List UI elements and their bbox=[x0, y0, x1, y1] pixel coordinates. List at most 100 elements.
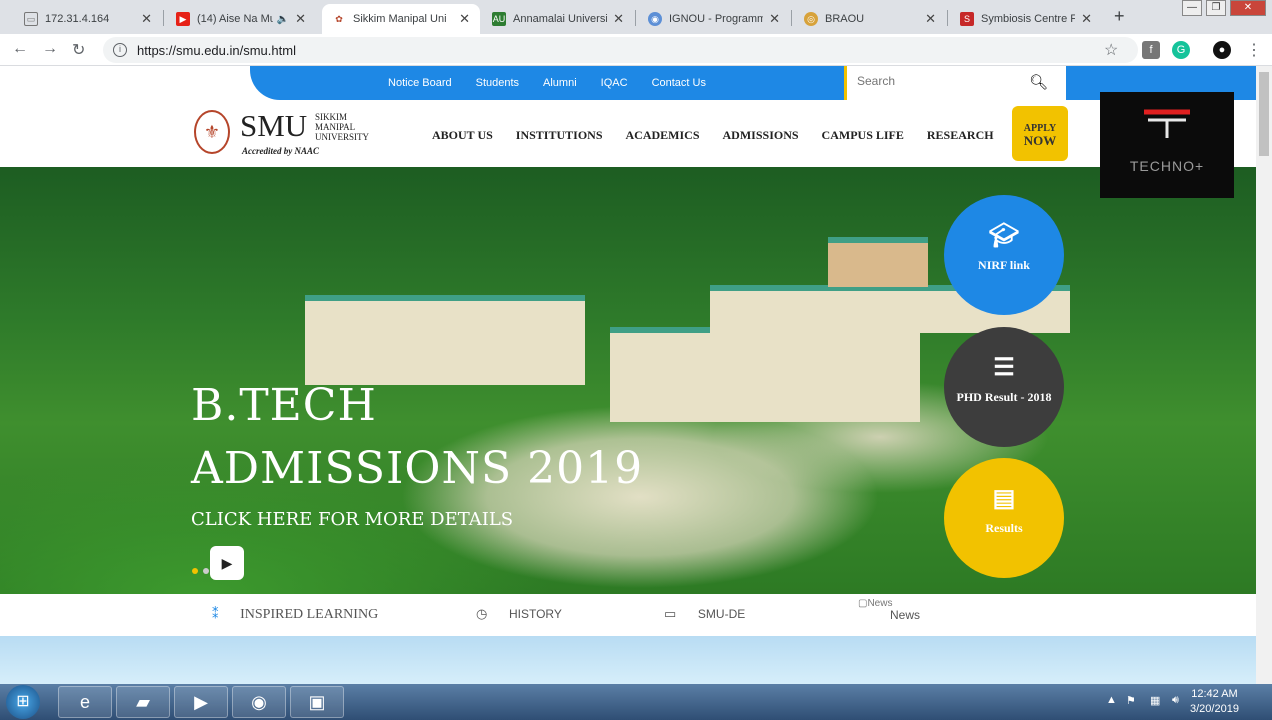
campus-building bbox=[610, 327, 920, 422]
windows-taskbar: ⊞ e ▰ ▶ ◉ ▣ ▲ ⚑ ▦ 🔊︎ 12:42 AM 3/20/2019 bbox=[0, 684, 1272, 720]
info-icon[interactable]: i bbox=[113, 43, 127, 57]
university-emblem-icon: ⚜ bbox=[194, 110, 230, 154]
laptop-icon: ▭ bbox=[664, 606, 677, 621]
tab-youtube[interactable]: ▶ (14) Aise Na Mu 🔈 ✕ bbox=[166, 4, 316, 34]
braou-icon: ◎ bbox=[804, 12, 818, 26]
tab-ip[interactable]: ▭ 172.31.4.164 ✕ bbox=[14, 4, 162, 34]
apply-now-button[interactable]: APPLY NOW bbox=[1012, 106, 1068, 161]
speaker-icon[interactable]: 🔈 bbox=[277, 14, 289, 25]
profile-avatar[interactable]: ● bbox=[1213, 41, 1231, 59]
sub-nav: ⁑ INSPIRED LEARNING ◷ HISTORY ▭ SMU-DE ▢… bbox=[0, 594, 1256, 636]
nav-about-us[interactable]: ABOUT US bbox=[432, 128, 493, 143]
slider-play-button[interactable]: ▶ bbox=[210, 546, 244, 580]
page-icon: ▭ bbox=[24, 12, 38, 26]
system-clock[interactable]: 12:42 AM 3/20/2019 bbox=[1190, 687, 1239, 717]
volume-icon[interactable]: 🔊︎ bbox=[1172, 694, 1179, 707]
graduation-cap-icon: 🎓︎ bbox=[988, 223, 1020, 249]
iqac-link[interactable]: IQAC bbox=[601, 77, 628, 89]
bookmark-star-icon[interactable]: ☆ bbox=[1104, 40, 1118, 60]
search-input[interactable] bbox=[857, 66, 1027, 96]
smu-logo[interactable]: ⚜ SMU SIKKIM MANIPAL UNIVERSITY Accredit… bbox=[194, 108, 384, 160]
annamalai-icon: AU bbox=[492, 12, 506, 26]
reload-icon[interactable]: ↻ bbox=[72, 40, 85, 60]
history-clock-icon: ◷ bbox=[476, 606, 488, 621]
site-search: 🔍︎ bbox=[844, 66, 1066, 100]
students-link[interactable]: Students bbox=[476, 77, 519, 89]
nav-research[interactable]: RESEARCH bbox=[927, 128, 994, 143]
extension-f-icon[interactable]: f bbox=[1142, 41, 1160, 59]
broken-image-icon: ▢News bbox=[858, 598, 893, 609]
campus-building bbox=[305, 295, 585, 385]
techno-watermark: TECHNO+ bbox=[1100, 92, 1234, 198]
hero-title-line2: ADMISSIONS 2019 bbox=[191, 443, 644, 494]
search-icon[interactable]: 🔍︎ bbox=[1029, 73, 1048, 91]
smu-icon: ✿ bbox=[335, 13, 343, 24]
ignou-icon: ◉ bbox=[648, 12, 662, 26]
hero-banner[interactable] bbox=[0, 167, 1256, 594]
close-icon[interactable]: ✕ bbox=[769, 11, 780, 27]
close-icon[interactable]: ✕ bbox=[459, 11, 470, 27]
network-icon[interactable]: ▦ bbox=[1150, 694, 1160, 707]
url-text: https://smu.edu.in/smu.html bbox=[137, 42, 296, 58]
flag-icon[interactable]: ⚑ bbox=[1126, 694, 1136, 707]
menu-kebab-icon[interactable]: ⋮ bbox=[1246, 40, 1262, 60]
campus-building bbox=[828, 237, 928, 287]
screen-recorder-icon[interactable]: ▣ bbox=[290, 686, 344, 718]
phd-result-button[interactable]: ☰ PHD Result - 2018 bbox=[944, 327, 1064, 447]
forward-arrow-icon[interactable]: → bbox=[42, 40, 58, 58]
watermark-text: TECHNO+ bbox=[1129, 158, 1205, 174]
smu-de-link[interactable]: ▭ SMU-DE bbox=[664, 606, 745, 622]
url-bar[interactable]: i https://smu.edu.in/smu.html bbox=[103, 37, 1138, 63]
symbiosis-icon: S bbox=[960, 12, 974, 26]
chrome-icon[interactable]: ◉ bbox=[232, 686, 286, 718]
contact-us-link[interactable]: Contact Us bbox=[652, 77, 706, 89]
new-tab-button[interactable]: + bbox=[1114, 6, 1125, 27]
hero-title-line1: B.TECH bbox=[191, 380, 377, 431]
history-link[interactable]: ◷ HISTORY bbox=[476, 606, 562, 622]
techno-logo-icon bbox=[1144, 109, 1190, 138]
close-icon[interactable]: ✕ bbox=[295, 11, 306, 27]
back-arrow-icon[interactable]: ← bbox=[12, 40, 28, 58]
page-scrollbar[interactable] bbox=[1256, 66, 1272, 684]
top-links-bar: Notice Board Students Alumni IQAC Contac… bbox=[250, 66, 844, 100]
file-explorer-icon[interactable]: ▰ bbox=[116, 686, 170, 718]
logo-full-name: SIKKIM MANIPAL UNIVERSITY bbox=[315, 112, 369, 142]
nav-academics[interactable]: ACADEMICS bbox=[626, 128, 700, 143]
results-button[interactable]: ▤ Results bbox=[944, 458, 1064, 578]
close-icon[interactable]: ✕ bbox=[613, 11, 624, 27]
tab-braou[interactable]: ◎ BRAOU ✕ bbox=[794, 4, 946, 34]
nav-institutions[interactable]: INSTITUTIONS bbox=[516, 128, 603, 143]
window-close-button[interactable]: ✕ bbox=[1230, 0, 1266, 16]
news-link[interactable]: ▢News News bbox=[858, 598, 920, 622]
browser-tab-bar: ▭ 172.31.4.164 ✕ ▶ (14) Aise Na Mu 🔈 ✕ ✿… bbox=[0, 0, 1272, 34]
search-document-icon: ☰ bbox=[993, 355, 1015, 381]
notice-board-link[interactable]: Notice Board bbox=[388, 77, 452, 89]
close-icon[interactable]: ✕ bbox=[925, 11, 936, 27]
inspired-learning-link[interactable]: ⁑ INSPIRED LEARNING bbox=[212, 606, 378, 623]
main-nav: ABOUT US INSTITUTIONS ACADEMICS ADMISSIO… bbox=[432, 128, 994, 143]
tab-ignou[interactable]: ◉ IGNOU - Programm ✕ bbox=[638, 4, 790, 34]
nav-campus-life[interactable]: CAMPUS LIFE bbox=[822, 128, 904, 143]
tray-expand-icon[interactable]: ▲ bbox=[1106, 694, 1117, 706]
grammarly-icon[interactable]: G bbox=[1172, 41, 1190, 59]
internet-explorer-icon[interactable]: e bbox=[58, 686, 112, 718]
nav-admissions[interactable]: ADMISSIONS bbox=[723, 128, 799, 143]
nirf-link-button[interactable]: 🎓︎ NIRF link bbox=[944, 195, 1064, 315]
close-icon[interactable]: ✕ bbox=[1081, 11, 1092, 27]
institutes-section bbox=[0, 636, 1256, 684]
restore-button[interactable]: ❐ bbox=[1206, 0, 1226, 16]
windows-start-button[interactable]: ⊞ bbox=[6, 685, 40, 719]
inspired-learning-icon: ⁑ bbox=[212, 606, 219, 621]
minimize-button[interactable]: — bbox=[1182, 0, 1202, 16]
alumni-link[interactable]: Alumni bbox=[543, 77, 577, 89]
tab-symbiosis[interactable]: S Symbiosis Centre F ✕ bbox=[950, 4, 1102, 34]
address-bar-row: ← → ↻ i https://smu.edu.in/smu.html ☆ f … bbox=[0, 34, 1272, 66]
hero-cta-link[interactable]: CLICK HERE FOR MORE DETAILS bbox=[191, 509, 513, 530]
accreditation-text: Accredited by NAAC bbox=[242, 146, 319, 156]
close-icon[interactable]: ✕ bbox=[141, 11, 152, 27]
logo-short-name: SMU bbox=[240, 108, 308, 143]
tab-smu[interactable]: ✿ Sikkim Manipal Uni ✕ bbox=[322, 4, 480, 34]
scrollbar-thumb[interactable] bbox=[1259, 72, 1269, 156]
tab-annamalai[interactable]: AU Annamalai Universi ✕ bbox=[482, 4, 634, 34]
media-player-icon[interactable]: ▶ bbox=[174, 686, 228, 718]
